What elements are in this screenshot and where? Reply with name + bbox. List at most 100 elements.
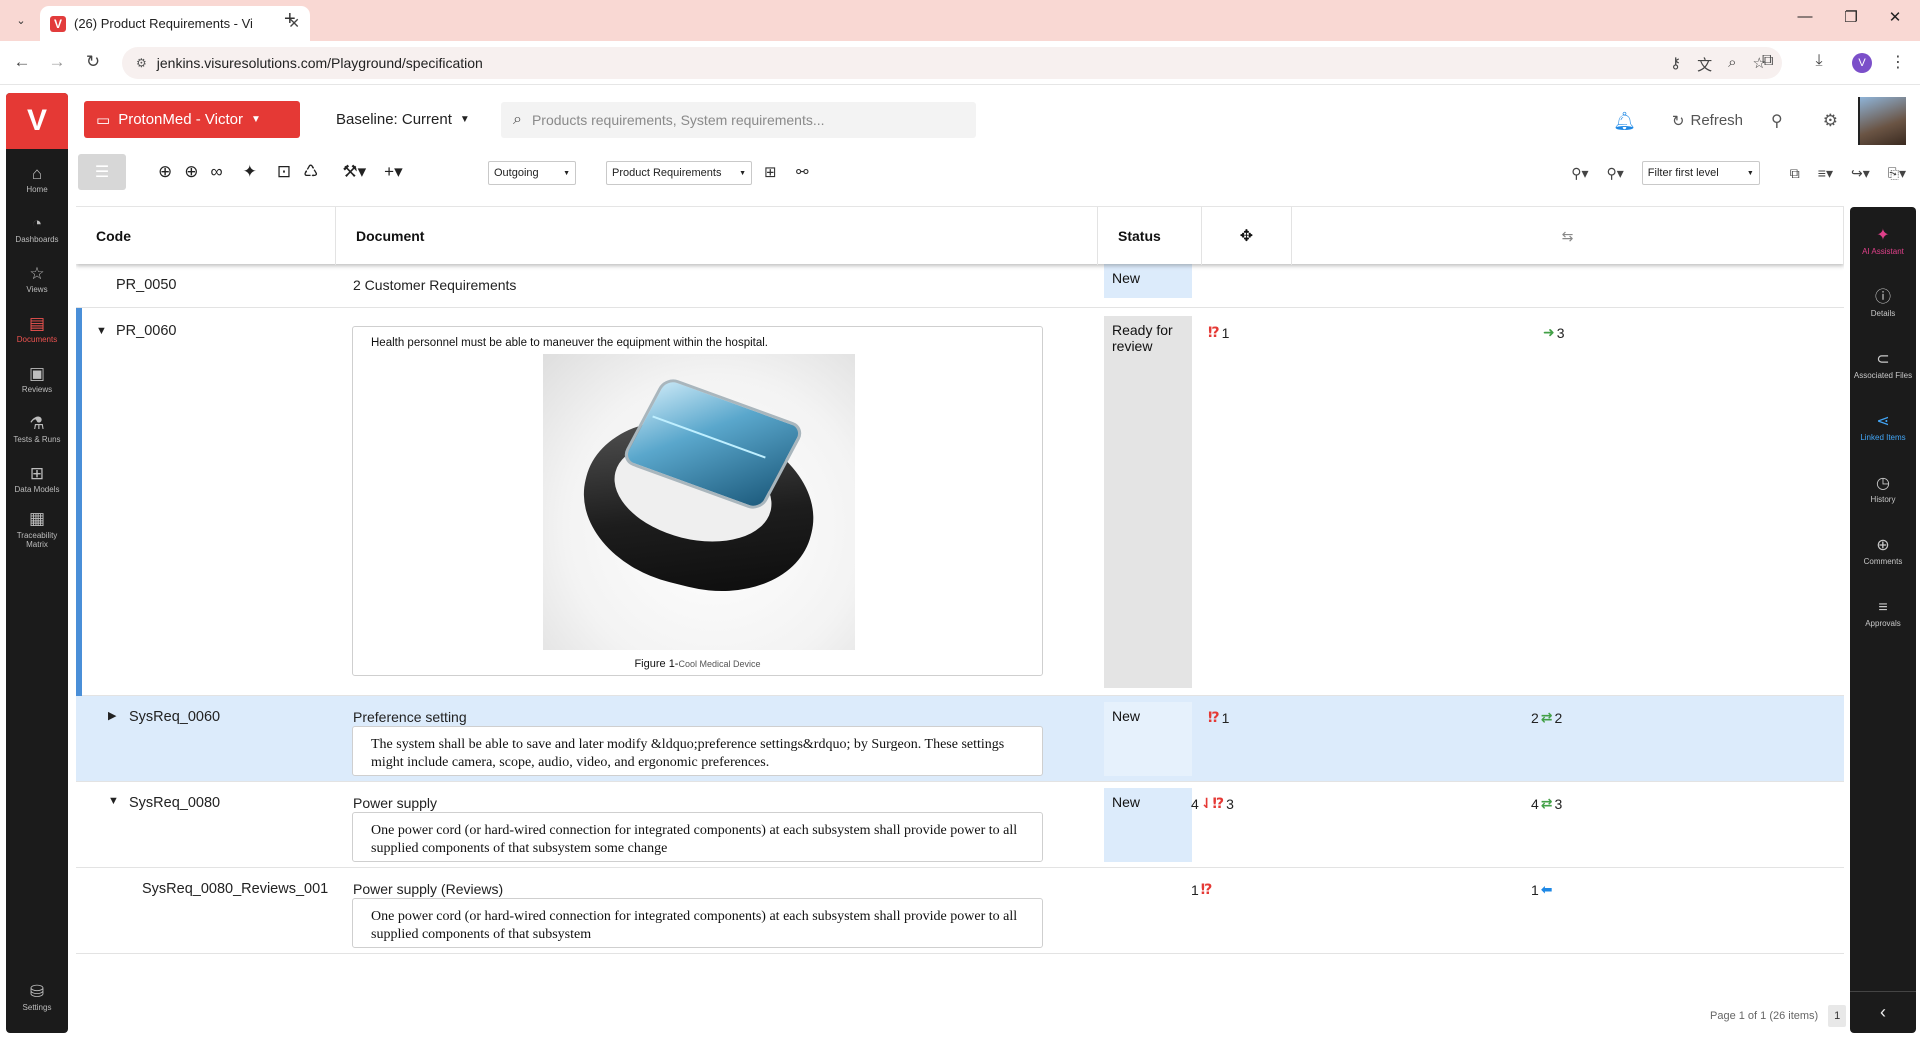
project-selector-button[interactable]: ▭ ProtonMed - Victor ▼ (84, 101, 300, 138)
sidebar-item-data-models[interactable]: ⊞ Data Models (6, 455, 68, 505)
forward-icon[interactable]: → (46, 52, 68, 72)
panel-item-details[interactable]: ⓘ Details (1850, 273, 1916, 335)
split-view-icon[interactable]: ⧉ (1790, 165, 1800, 182)
back-icon[interactable]: ← (11, 52, 33, 72)
expand-caret-icon[interactable]: ▶ (108, 709, 116, 722)
table-row[interactable]: PR_0050 2 Customer Requirements New (76, 264, 1844, 308)
search-icon: ⌕ (513, 111, 522, 128)
export-icon[interactable]: ⎘▾ (1888, 165, 1906, 182)
description-box[interactable]: The system shall be able to save and lat… (352, 726, 1043, 776)
collapse-panel-icon[interactable]: ‹ (1850, 991, 1916, 1033)
table-row[interactable]: ▼ PR_0060 Health personnel must be able … (76, 308, 1844, 696)
sidebar-item-label: Dashboards (15, 235, 59, 245)
extensions-icon[interactable]: ⧉ (1762, 52, 1773, 70)
model-icon: ⊞ (29, 463, 45, 483)
filter-clear-icon[interactable]: ⚲▾ (1571, 165, 1588, 182)
column-outgoing-icon[interactable]: ⇆ (1292, 207, 1844, 265)
trace-graph-icon[interactable]: ⚯ (796, 163, 809, 181)
browser-tab[interactable]: V (26) Product Requirements - Vi ✕ (40, 6, 310, 41)
minimize-icon[interactable]: — (1790, 8, 1820, 25)
description-box[interactable]: One power cord (or hard-wired connection… (352, 898, 1043, 948)
browser-menu-icon[interactable]: ⋮ (1890, 52, 1906, 72)
incoming-links[interactable]: 1 ⁉ (1191, 881, 1212, 898)
outgoing-links[interactable]: ➜ 3 (1543, 324, 1565, 341)
panel-item-history[interactable]: ◷ History (1850, 459, 1916, 521)
column-status[interactable]: Status (1098, 207, 1202, 265)
translate-icon[interactable]: 文 (1697, 54, 1712, 75)
reload-icon[interactable]: ↻ (82, 52, 104, 72)
panel-item-associated-files[interactable]: ⊂ Associated Files (1850, 335, 1916, 397)
description-box[interactable]: One power cord (or hard-wired connection… (352, 812, 1043, 862)
panel-item-ai-assistant[interactable]: ✦ AI Assistant (1850, 211, 1916, 273)
notification-bell-icon[interactable]: 🔔︎ (1613, 111, 1636, 132)
zoom-icon[interactable]: ⌕ (1728, 54, 1736, 75)
refresh-button[interactable]: ↻ Refresh (1672, 112, 1743, 130)
sidebar-item-settings[interactable]: ⛁ Settings (6, 973, 68, 1023)
outgoing-count-right: 2 (1554, 709, 1563, 726)
sidebar-item-dashboards[interactable]: ◔ Dashboards (6, 205, 68, 255)
column-incoming-icon[interactable]: ✥ (1202, 207, 1292, 265)
panel-item-approvals[interactable]: ≡ Approvals (1850, 583, 1916, 645)
unlock-icon[interactable]: ⊡ (277, 162, 291, 182)
add-item-icon[interactable]: ⊕ (158, 162, 172, 182)
document-select[interactable]: Product Requirements ▼ (606, 161, 752, 185)
user-avatar[interactable] (1858, 97, 1906, 145)
profile-avatar[interactable]: V (1852, 53, 1872, 73)
sidebar-item-home[interactable]: ⌂ Home (6, 155, 68, 205)
link-icon[interactable]: ∞ (211, 162, 223, 182)
incoming-links[interactable]: 4 ⇃⁉ 3 (1191, 795, 1234, 812)
sidebar-item-views[interactable]: ☆ Views (6, 255, 68, 305)
search-input[interactable] (531, 112, 952, 128)
chevron-down-icon: ▼ (1746, 169, 1754, 177)
right-panel: ✦ AI Assistant ⓘ Details ⊂ Associated Files ⋖ L… (1850, 207, 1916, 1033)
outgoing-links[interactable]: 1 ⬅ (1531, 881, 1553, 898)
site-info-icon[interactable]: ⚙ (136, 56, 147, 70)
password-key-icon[interactable]: ⚷ (1670, 54, 1681, 75)
ai-sparkle-icon[interactable]: ✦ (243, 162, 257, 182)
downloads-icon[interactable]: ⤓ (1815, 52, 1822, 70)
hierarchy-icon[interactable]: ⚒▾ (342, 162, 366, 182)
column-document[interactable]: Document (336, 207, 1098, 265)
filter-icon[interactable]: ⚲▾ (1607, 165, 1624, 182)
sidebar-item-reviews[interactable]: ▣ Reviews (6, 355, 68, 405)
add-child-icon[interactable]: ⊕ (184, 162, 198, 182)
lightbulb-icon[interactable]: ⚲ (1771, 111, 1783, 131)
table-row[interactable]: ▶ SysReq_0060 Preference setting The sys… (76, 696, 1844, 782)
description-box[interactable]: Health personnel must be able to maneuve… (352, 326, 1043, 676)
checklist-toggle-icon[interactable]: ☰ (78, 154, 126, 190)
outgoing-links[interactable]: 2 ⇄ 2 (1531, 709, 1562, 726)
direction-select[interactable]: Outgoing ▼ (488, 161, 576, 185)
table-row[interactable]: ▼ SysReq_0080 Power supply One power cor… (76, 782, 1844, 868)
page-button[interactable]: 1 (1828, 1005, 1847, 1027)
url-field[interactable]: ⚙ jenkins.visuresolutions.com/Playground… (122, 47, 1782, 79)
share-forward-icon[interactable]: ↪▾ (1851, 165, 1870, 182)
column-code[interactable]: Code (76, 207, 336, 265)
panel-item-comments[interactable]: ⊕ Comments (1850, 521, 1916, 583)
filter-level-select[interactable]: Filter first level ▼ (1641, 161, 1760, 185)
add-dropdown-icon[interactable]: +▾ (384, 162, 402, 182)
baseline-selector[interactable]: Baseline: Current ▼ (336, 111, 470, 128)
table-row[interactable]: SysReq_0080_Reviews_001 Power supply (Re… (76, 868, 1844, 954)
folder-add-icon[interactable]: ⊞ (764, 163, 777, 181)
recycle-icon[interactable]: ♺ (303, 162, 318, 182)
sidebar-item-tests-runs[interactable]: ⚗ Tests & Runs (6, 405, 68, 455)
project-icon: ▭ (96, 111, 111, 129)
collapse-caret-icon[interactable]: ▼ (96, 325, 107, 337)
tab-search-icon[interactable]: ⌄ (10, 9, 32, 31)
new-tab-icon[interactable]: + (284, 8, 296, 31)
list-options-icon[interactable]: ≡▾ (1818, 165, 1833, 182)
collapse-caret-icon[interactable]: ▼ (108, 795, 119, 807)
approvals-icon: ≡ (1878, 598, 1888, 616)
window-close-icon[interactable]: ✕ (1880, 8, 1910, 26)
incoming-links[interactable]: ⁉ 1 (1208, 709, 1229, 726)
sidebar-item-traceability-matrix[interactable]: ▦ Traceability Matrix (6, 505, 68, 555)
restore-icon[interactable]: ❐ (1836, 8, 1866, 26)
panel-item-linked-items[interactable]: ⋖ Linked Items (1850, 397, 1916, 459)
visure-logo[interactable]: V (6, 93, 68, 149)
settings-gear-icon[interactable]: ⚙ (1823, 111, 1838, 131)
outgoing-links[interactable]: 4 ⇄ 3 (1531, 795, 1562, 812)
home-icon: ⌂ (31, 163, 43, 183)
panel-item-label: Associated Files (1853, 371, 1913, 381)
incoming-links[interactable]: ⁉ 1 (1208, 324, 1229, 341)
sidebar-item-documents[interactable]: ▤ Documents (6, 305, 68, 355)
